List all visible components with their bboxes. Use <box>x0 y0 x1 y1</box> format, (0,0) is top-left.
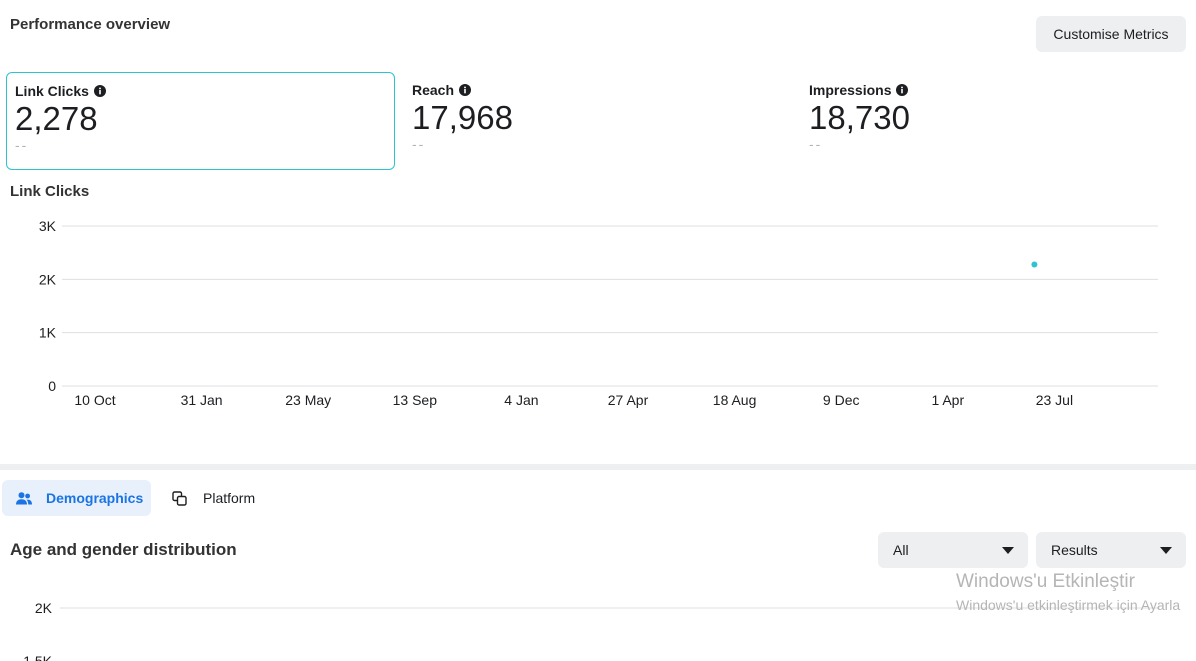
metric-comparison: -- <box>412 136 426 152</box>
metric-label: Reach <box>412 82 455 98</box>
x-tick-label: 1 Apr <box>931 392 964 408</box>
tab-demographics[interactable]: Demographics <box>2 480 151 516</box>
windows-activation-watermark: Windows'u Etkinleştir <box>956 571 1135 592</box>
metric-label-row: Impressions <box>809 82 1182 98</box>
y-tick-label: 3K <box>39 218 57 234</box>
metric-card-link-clicks[interactable]: Link Clicks 2,278 -- <box>6 72 395 170</box>
platform-icon <box>172 490 187 506</box>
chart-title: Link Clicks <box>10 183 90 200</box>
x-tick-label: 27 Apr <box>608 392 649 408</box>
metric-label: Link Clicks <box>15 83 89 99</box>
link-clicks-chart: 3K 2K 1K 0 10 Oct 31 Jan 23 May 13 Sep 4 Jan 27 A… <box>39 218 1158 408</box>
y-tick-label: 0 <box>48 378 56 394</box>
tab-platform[interactable]: Platform <box>160 480 280 516</box>
x-tick-label: 31 Jan <box>181 392 223 408</box>
caret-down-icon <box>1160 546 1172 554</box>
y-tick-label: 1.5K <box>23 653 52 661</box>
windows-activation-watermark-subtitle: Windows'u etkinleştirmek için Ayarla <box>956 597 1181 613</box>
info-icon[interactable] <box>93 85 106 97</box>
page-title: Performance overview <box>10 16 171 33</box>
metric-comparison: -- <box>15 137 29 153</box>
info-icon[interactable] <box>896 84 909 96</box>
metric-card-reach[interactable]: Reach 17,968 -- <box>404 72 793 170</box>
info-icon[interactable] <box>459 84 472 96</box>
people-icon <box>16 491 32 504</box>
select-value: All <box>893 542 909 558</box>
x-tick-label: 23 May <box>285 392 331 408</box>
y-tick-label: 2K <box>39 271 57 287</box>
section-divider <box>0 464 1196 470</box>
select-value: Results <box>1051 542 1098 558</box>
x-tick-label: 9 Dec <box>823 392 860 408</box>
section-title: Age and gender distribution <box>10 540 237 559</box>
metric-value: 18,730 <box>809 99 910 136</box>
metric-select[interactable]: Results <box>1036 532 1186 568</box>
y-tick-label: 1K <box>39 325 57 341</box>
metric-comparison: -- <box>809 136 823 152</box>
metric-label: Impressions <box>809 82 892 98</box>
metric-card-impressions[interactable]: Impressions 18,730 -- <box>801 72 1190 170</box>
y-tick-label: 2K <box>35 600 53 616</box>
metric-value: 2,278 <box>15 100 98 137</box>
data-point[interactable] <box>1031 261 1038 268</box>
metric-value: 17,968 <box>412 99 513 136</box>
metric-label-row: Reach <box>412 82 785 98</box>
tab-label: Platform <box>203 490 256 506</box>
x-tick-label: 4 Jan <box>504 392 538 408</box>
x-tick-label: 13 Sep <box>393 392 438 408</box>
x-tick-label: 23 Jul <box>1036 392 1073 408</box>
x-tick-label: 18 Aug <box>713 392 757 408</box>
x-tick-label: 10 Oct <box>74 392 115 408</box>
tab-label: Demographics <box>46 490 144 506</box>
audience-filter-select[interactable]: All <box>878 532 1028 568</box>
caret-down-icon <box>1002 546 1014 554</box>
customise-metrics-button[interactable]: Customise Metrics <box>1036 16 1186 52</box>
metric-label-row: Link Clicks <box>15 83 386 99</box>
